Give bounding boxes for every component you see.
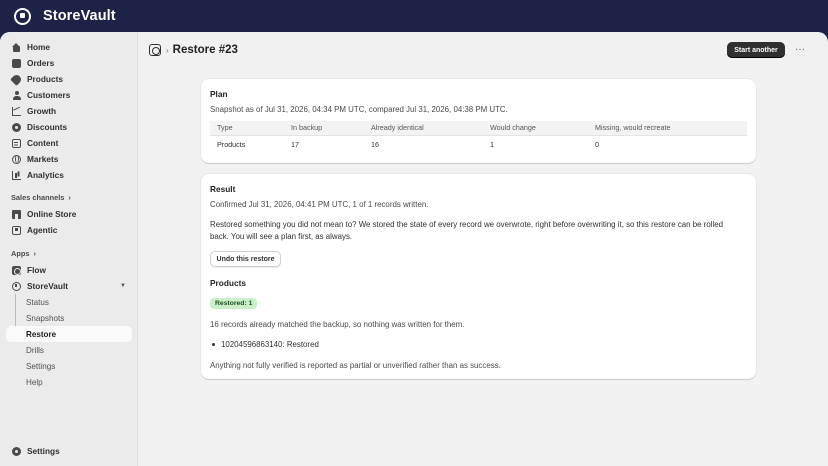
sidebar-item-label: Customers — [27, 90, 71, 100]
flow-icon — [12, 265, 21, 275]
sales-channels-heading[interactable]: Sales channels › — [11, 193, 71, 202]
page-title: Restore #23 — [172, 44, 238, 56]
person-icon — [12, 90, 21, 100]
plan-title: Plan — [210, 89, 228, 99]
agentic-icon — [12, 225, 21, 235]
result-title: Result — [210, 184, 236, 194]
sidebar-item-growth[interactable]: Growth — [6, 103, 132, 119]
sidebar-sub-help[interactable]: Help — [6, 374, 132, 390]
table-cell: 17 — [291, 139, 299, 149]
column-header: Type — [210, 121, 284, 136]
plan-table: Type In backup Already identical Would c… — [210, 121, 747, 153]
sidebar-item-content[interactable]: Content — [6, 135, 132, 151]
sidebar-item-online-store[interactable]: Online Store — [6, 206, 132, 222]
restore-note-line-2: back. You will see a plan first, as alwa… — [210, 232, 353, 241]
undo-restore-button[interactable]: Undo this restore — [210, 251, 281, 267]
sidebar-item-label: Orders — [27, 58, 55, 68]
sidebar-item-label: Online Store — [27, 209, 77, 219]
sidebar-item-storevault[interactable]: StoreVault ▼ — [6, 278, 132, 294]
table-header-row: Type In backup Already identical Would c… — [210, 121, 747, 136]
matched-text: 16 records already matched the backup, s… — [210, 320, 465, 329]
sidebar-item-label: Agentic — [27, 225, 58, 235]
apps-heading[interactable]: Apps › — [11, 249, 36, 258]
chevron-right-icon: › — [33, 249, 36, 258]
home-icon — [12, 42, 21, 52]
sidebar-item-label: StoreVault — [27, 281, 69, 291]
page-header: › Restore #23 — [149, 42, 238, 58]
confirmed-text: Confirmed Jul 31, 2026, 04:41 PM UTC, 1 … — [210, 200, 429, 209]
analytics-icon — [12, 170, 21, 180]
storevault-icon — [12, 281, 21, 291]
snapshot-text: Snapshot as of Jul 31, 2026, 04:34 PM UT… — [210, 105, 508, 114]
more-actions-icon[interactable]: ··· — [793, 41, 807, 57]
sidebar-item-markets[interactable]: Markets — [6, 151, 132, 167]
table-cell: Products — [217, 139, 246, 149]
sidebar-sub-status[interactable]: Status — [6, 294, 132, 310]
growth-icon — [12, 106, 21, 116]
table-row: Products 17 16 1 0 — [210, 135, 747, 153]
app-frame: Home Orders Products Customers Growth Di… — [0, 32, 828, 466]
table-cell: 0 — [595, 139, 599, 149]
caret-down-icon: ▼ — [120, 283, 126, 289]
restore-note-line-1: Restored something you did not mean to? … — [210, 220, 724, 229]
plan-card: Plan Snapshot as of Jul 31, 2026, 04:34 … — [201, 79, 756, 163]
sidebar-sub-drills[interactable]: Drills — [6, 342, 132, 358]
tag-icon — [10, 72, 23, 86]
top-bar: StoreVault — [0, 0, 828, 32]
sidebar-sub-snapshots[interactable]: Snapshots — [6, 310, 132, 326]
brand-name: StoreVault — [43, 8, 116, 24]
column-header: Already identical — [364, 121, 483, 136]
gear-icon — [12, 446, 21, 456]
chevron-right-icon: › — [68, 193, 71, 202]
sidebar-item-label: Home — [27, 42, 51, 52]
sidebar-item-products[interactable]: Products — [6, 71, 132, 87]
globe-icon — [12, 154, 21, 164]
sidebar-sub-restore[interactable]: Restore — [6, 326, 132, 342]
column-header: Would change — [483, 121, 588, 136]
sidebar-item-analytics[interactable]: Analytics — [6, 167, 132, 183]
status-badge: Restored: 1 — [210, 298, 258, 309]
content-icon — [12, 138, 21, 148]
storevault-logo-icon[interactable] — [14, 7, 31, 25]
result-card: Result Confirmed Jul 31, 2026, 04:41 PM … — [201, 174, 756, 379]
footer-note: Anything not fully verified is reported … — [210, 361, 501, 370]
column-header: Missing, would recreate — [588, 121, 747, 136]
store-icon — [12, 209, 21, 219]
sidebar-item-label: Discounts — [27, 122, 68, 132]
sidebar-item-settings[interactable]: Settings — [6, 443, 132, 459]
sidebar-item-label: Content — [27, 138, 59, 148]
sidebar-item-agentic[interactable]: Agentic — [6, 222, 132, 238]
sidebar-sub-settings[interactable]: Settings — [6, 358, 132, 374]
sidebar-item-flow[interactable]: Flow — [6, 262, 132, 278]
sidebar-item-home[interactable]: Home — [6, 39, 132, 55]
sidebar-item-customers[interactable]: Customers — [6, 87, 132, 103]
sidebar-item-orders[interactable]: Orders — [6, 55, 132, 71]
sidebar-item-label: Markets — [27, 154, 59, 164]
column-header: In backup — [284, 121, 364, 136]
table-cell: 16 — [371, 139, 379, 149]
chevron-right-icon: › — [166, 45, 169, 55]
sidebar: Home Orders Products Customers Growth Di… — [0, 32, 138, 466]
products-heading: Products — [210, 278, 246, 288]
sidebar-item-label: Flow — [27, 265, 46, 275]
list-item: 10204596863140: Restored — [212, 340, 319, 349]
sidebar-item-label: Growth — [27, 106, 57, 116]
table-cell: 1 — [490, 139, 494, 149]
discount-icon — [12, 122, 21, 132]
storevault-app-icon[interactable] — [149, 44, 161, 56]
sidebar-item-label: Settings — [27, 446, 60, 456]
sidebar-item-label: Analytics — [27, 170, 64, 180]
sidebar-item-discounts[interactable]: Discounts — [6, 119, 132, 135]
sidebar-item-label: Products — [27, 74, 63, 84]
orders-icon — [12, 58, 21, 68]
start-another-button[interactable]: Start another — [727, 42, 785, 58]
